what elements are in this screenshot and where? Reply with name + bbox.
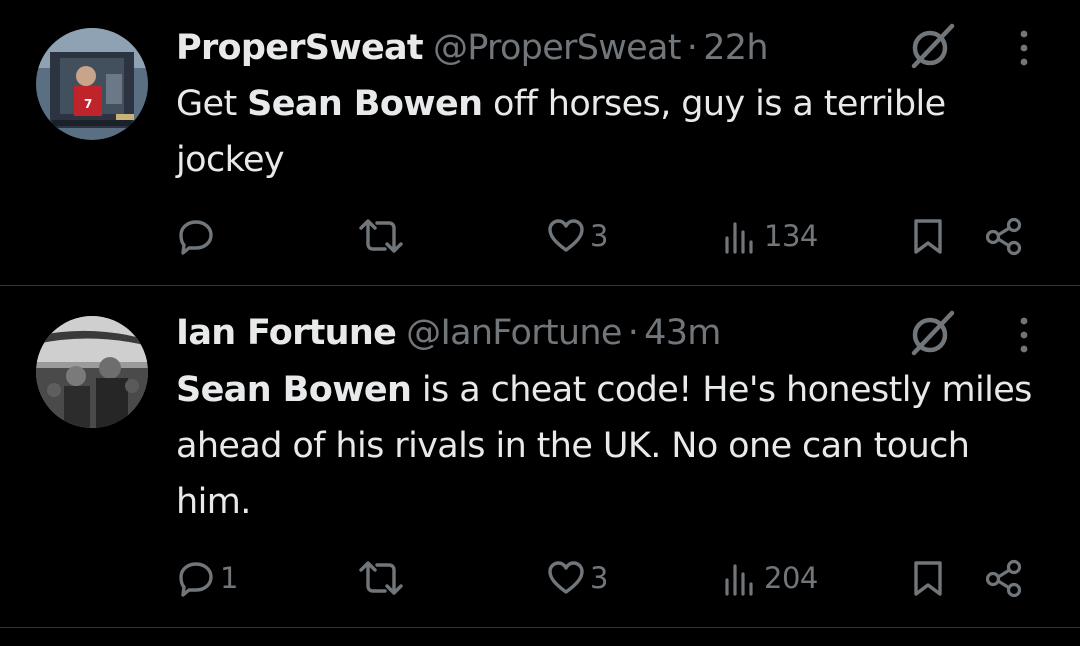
avatar[interactable]: 7 xyxy=(36,28,148,140)
tweet-text-bold: Sean Bowen xyxy=(176,370,412,410)
grok-icon[interactable] xyxy=(906,307,958,359)
tweet-text: Get Sean Bowen off horses, guy is a terr… xyxy=(176,76,1036,188)
retweet-icon xyxy=(359,561,403,595)
user-handle[interactable]: @ProperSweat xyxy=(433,28,682,68)
retweet-button[interactable] xyxy=(356,211,410,261)
tweet-actions: 3 134 xyxy=(0,211,1080,261)
retweet-icon xyxy=(359,219,403,253)
user-handle[interactable]: @IanFortune xyxy=(406,313,622,353)
tweet-text-bold: Sean Bowen xyxy=(247,84,483,124)
share-button[interactable] xyxy=(984,553,1024,603)
avatar[interactable] xyxy=(36,316,148,428)
tweet[interactable]: Ian Fortune @IanFortune · 43m Sean Bowen… xyxy=(0,286,1080,628)
reply-button[interactable] xyxy=(176,211,220,261)
tweet-text: Sean Bowen is a cheat code! He's honestl… xyxy=(176,362,1036,530)
more-vertical-icon[interactable] xyxy=(1012,26,1036,70)
tweet[interactable]: 7 ProperSweat @ProperSweat · 22h Get Sea… xyxy=(0,0,1080,286)
views-button[interactable]: 204 xyxy=(720,553,818,603)
tweet-text-segment: Get xyxy=(176,84,248,124)
bookmark-button[interactable] xyxy=(908,211,948,261)
like-count: 3 xyxy=(590,219,608,253)
share-button[interactable] xyxy=(984,211,1024,261)
share-icon xyxy=(985,217,1022,256)
like-count: 3 xyxy=(590,561,608,595)
tweet-header: ProperSweat @ProperSweat · 22h xyxy=(176,26,769,70)
bookmark-button[interactable] xyxy=(908,553,948,603)
like-button[interactable]: 3 xyxy=(546,553,608,603)
views-count: 204 xyxy=(764,561,818,595)
share-icon xyxy=(985,559,1022,598)
reply-icon xyxy=(179,220,213,255)
views-button[interactable]: 134 xyxy=(720,211,818,261)
timestamp[interactable]: 43m xyxy=(644,313,721,353)
svg-text:7: 7 xyxy=(84,97,92,111)
views-icon xyxy=(725,564,753,596)
tweet-header: Ian Fortune @IanFortune · 43m xyxy=(176,311,721,355)
reply-icon xyxy=(179,562,213,597)
heart-icon xyxy=(548,561,584,594)
bookmark-icon xyxy=(914,219,942,254)
separator-dot: · xyxy=(627,313,639,353)
like-button[interactable]: 3 xyxy=(546,211,608,261)
more-vertical-icon[interactable] xyxy=(1012,313,1036,357)
bookmark-icon xyxy=(914,561,942,596)
display-name[interactable]: ProperSweat xyxy=(176,28,424,68)
grok-icon[interactable] xyxy=(906,20,958,72)
avatar-image: 7 xyxy=(36,28,148,140)
timestamp[interactable]: 22h xyxy=(703,28,768,68)
separator-dot: · xyxy=(686,28,698,68)
display-name[interactable]: Ian Fortune xyxy=(176,313,397,353)
avatar-image xyxy=(36,316,148,428)
views-icon xyxy=(725,222,753,254)
retweet-button[interactable] xyxy=(356,553,410,603)
tweet-actions: 1 3 204 xyxy=(0,553,1080,603)
views-count: 134 xyxy=(764,219,818,253)
reply-button[interactable]: 1 xyxy=(176,553,238,603)
reply-count: 1 xyxy=(220,561,238,595)
heart-icon xyxy=(548,219,584,252)
